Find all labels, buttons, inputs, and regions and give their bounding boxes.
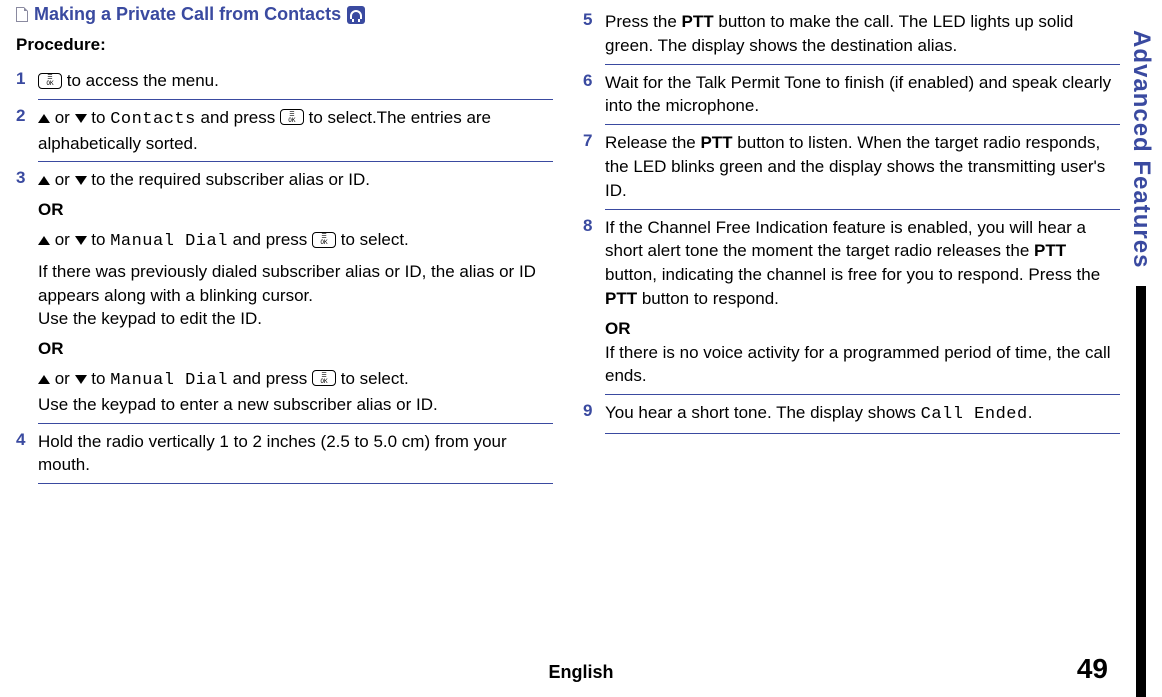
step-number: 9 — [583, 401, 605, 421]
manual-dial-label: Manual Dial — [110, 232, 228, 251]
or-label: OR — [38, 200, 64, 219]
step8-tail: If there is no voice activity for a prog… — [605, 341, 1120, 389]
step-body: Release the PTT button to listen. When t… — [605, 131, 1120, 202]
arrow-up-icon — [38, 236, 50, 245]
title-text: Making a Private Call from Contacts — [34, 4, 341, 25]
step-body: If the Channel Free Indication feature i… — [605, 216, 1120, 389]
step-9: 9 You hear a short tone. The display sho… — [583, 395, 1120, 433]
document-icon — [16, 7, 28, 22]
step-number: 5 — [583, 10, 605, 30]
arrow-down-icon — [75, 114, 87, 123]
step-5: 5 Press the PTT button to make the call.… — [583, 4, 1120, 64]
step-body: or to the required subscriber alias or I… — [38, 168, 553, 416]
arrow-down-icon — [75, 375, 87, 384]
or-label: OR — [38, 339, 64, 358]
contacts-label: Contacts — [110, 110, 196, 129]
language-label: English — [548, 662, 613, 683]
ok-key-icon — [38, 73, 62, 89]
or-label: OR — [605, 319, 631, 338]
step-4: 4 Hold the radio vertically 1 to 2 inche… — [16, 424, 553, 484]
step-2: 2 or to Contacts and press to select.The… — [16, 100, 553, 162]
procedure-label: Procedure: — [16, 35, 553, 55]
step-divider — [605, 433, 1120, 434]
step-8: 8 If the Channel Free Indication feature… — [583, 210, 1120, 395]
step-body: to access the menu. — [38, 69, 553, 93]
arrow-up-icon — [38, 114, 50, 123]
step-number: 1 — [16, 69, 38, 89]
ptt-label: PTT — [1034, 241, 1066, 260]
step3-note3: Use the keypad to enter a new subscriber… — [38, 393, 553, 417]
ptt-label: PTT — [700, 133, 732, 152]
call-ended-label: Call Ended — [921, 405, 1028, 424]
step-number: 3 — [16, 168, 38, 188]
arrow-down-icon — [75, 176, 87, 185]
arrow-down-icon — [75, 236, 87, 245]
side-black-bar — [1136, 286, 1146, 697]
step-body: Wait for the Talk Permit Tone to finish … — [605, 71, 1120, 119]
step-6: 6 Wait for the Talk Permit Tone to finis… — [583, 65, 1120, 125]
ok-key-icon — [280, 109, 304, 125]
section-title: Making a Private Call from Contacts — [16, 4, 553, 25]
step-1: 1 to access the menu. — [16, 63, 553, 99]
step-body: You hear a short tone. The display shows… — [605, 401, 1120, 427]
ptt-label: PTT — [605, 289, 637, 308]
headset-icon — [347, 6, 365, 24]
step3-note2: Use the keypad to edit the ID. — [38, 307, 553, 331]
step-body: Hold the radio vertically 1 to 2 inches … — [38, 430, 553, 478]
step-number: 6 — [583, 71, 605, 91]
step-body: Press the PTT button to make the call. T… — [605, 10, 1120, 58]
arrow-up-icon — [38, 375, 50, 384]
step-number: 7 — [583, 131, 605, 151]
side-tab: Advanced Features — [1120, 0, 1162, 697]
side-section-label: Advanced Features — [1127, 30, 1155, 268]
step3-note1: If there was previously dialed subscribe… — [38, 260, 553, 308]
ok-key-icon — [312, 370, 336, 386]
page-number: 49 — [1077, 653, 1108, 685]
step-divider — [38, 483, 553, 484]
manual-dial-label: Manual Dial — [110, 371, 228, 390]
step-number: 4 — [16, 430, 38, 450]
step-number: 8 — [583, 216, 605, 236]
step-7: 7 Release the PTT button to listen. When… — [583, 125, 1120, 208]
step-body: or to Contacts and press to select.The e… — [38, 106, 553, 156]
step-3: 3 or to the required subscriber alias or… — [16, 162, 553, 422]
arrow-up-icon — [38, 176, 50, 185]
ok-key-icon — [312, 232, 336, 248]
step-number: 2 — [16, 106, 38, 126]
ptt-label: PTT — [682, 12, 714, 31]
